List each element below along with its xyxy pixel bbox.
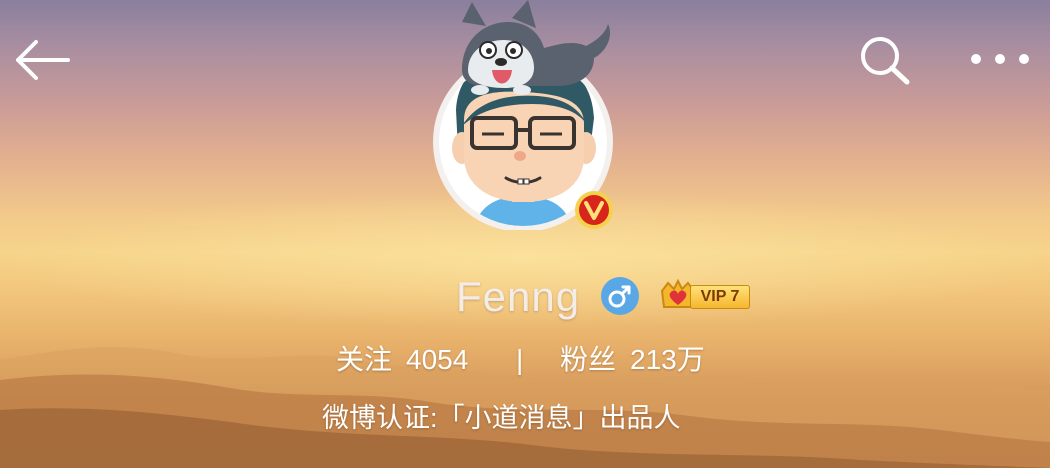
stats-separator: | xyxy=(516,344,524,375)
more-options-button[interactable] xyxy=(968,48,1032,70)
search-button[interactable] xyxy=(858,34,912,86)
following-label: 关注 xyxy=(336,344,393,375)
profile-stats: 关注 4054 | 粉丝 213万 xyxy=(0,340,1050,380)
profile-name-row: Fenng VIP 7 xyxy=(0,272,1050,322)
username[interactable]: Fenng xyxy=(456,272,580,322)
following-stat[interactable]: 关注 4054 xyxy=(336,340,468,380)
profile-cover-banner: Fenng VIP 7 关注 4054 | 粉丝 213万 微博认证:「小道消息」出… xyxy=(0,0,1050,468)
verification-text: 微博认证:「小道消息」出品人 xyxy=(322,403,681,433)
following-count: 4054 xyxy=(406,344,469,375)
fans-stat[interactable]: 粉丝 213万 xyxy=(560,340,705,380)
fans-count: 213万 xyxy=(630,344,705,375)
verified-v-icon xyxy=(575,191,613,229)
fans-label: 粉丝 xyxy=(560,344,617,375)
back-arrow-icon xyxy=(16,40,70,80)
more-dots-icon xyxy=(971,54,1029,64)
search-icon xyxy=(861,37,910,85)
male-icon xyxy=(601,277,639,315)
back-button[interactable] xyxy=(12,38,70,82)
vip-badge[interactable]: VIP 7 xyxy=(658,277,754,317)
vip-level-label: VIP 7 xyxy=(690,285,750,309)
